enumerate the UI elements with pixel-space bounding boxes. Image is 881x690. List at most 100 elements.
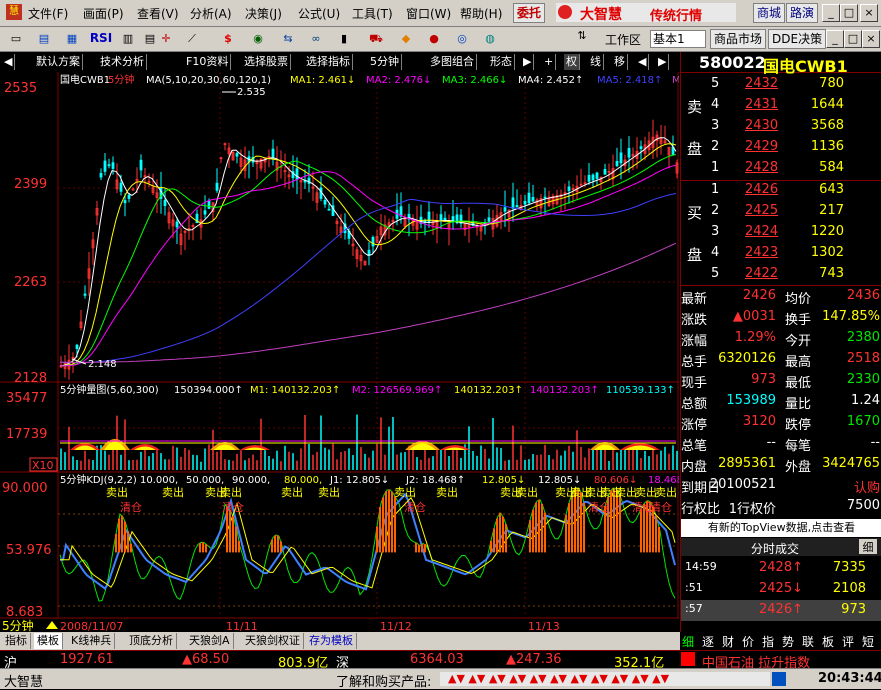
topview-notice[interactable]: 有新的TopView数据,点击查看 bbox=[681, 519, 881, 537]
sell-order-row[interactable]: 3 2430 3568 bbox=[681, 116, 881, 137]
indicator-tabs: 指标 模板 K线神兵 顶底分析 天狼剑A 天狼剑权证 存为模板 细 逐 财 价 … bbox=[0, 632, 881, 650]
tab-default-scheme[interactable]: 默认方案 bbox=[34, 54, 83, 70]
stat-label: 跌停 bbox=[785, 418, 812, 433]
buy-order-row[interactable]: 1 2426 643 bbox=[681, 180, 881, 201]
sell-order-row[interactable]: 2 2429 1136 bbox=[681, 137, 881, 158]
tick-row[interactable]: :51 2425↓ 2108 bbox=[681, 579, 881, 600]
kline-chart[interactable]: 2535 2399 2263 2128 国电CWB1 5分钟 MA(5,10,2… bbox=[0, 72, 683, 633]
sell-signal: 卖出 bbox=[220, 485, 242, 499]
tab-tech-analysis[interactable]: 技术分析 bbox=[98, 54, 147, 70]
nav-next-icon[interactable]: ▶ bbox=[656, 54, 670, 70]
window-icon[interactable]: ▦ bbox=[62, 29, 82, 48]
buy-order-row[interactable]: 2 2425 217 bbox=[681, 201, 881, 222]
tab-f10[interactable]: F10资料 bbox=[184, 54, 232, 70]
ruler-icon[interactable]: ⟋ bbox=[182, 29, 202, 48]
quote-tab[interactable]: 势 bbox=[782, 633, 794, 650]
tick-row[interactable]: 14:59 2428↑ 7335 bbox=[681, 558, 881, 579]
diamond-icon[interactable]: ◆ bbox=[396, 29, 416, 48]
nav-right-icon[interactable]: ▶ bbox=[521, 54, 535, 70]
stat-label: 最低 bbox=[785, 376, 812, 391]
arrows-icon[interactable]: ⇆ bbox=[278, 29, 298, 48]
cycle-icon[interactable]: ◎ bbox=[452, 29, 472, 48]
sort-icon[interactable]: ⇅ bbox=[573, 29, 591, 48]
menu-look[interactable]: 查看(V) bbox=[137, 5, 179, 22]
eye-icon[interactable]: ◉ bbox=[248, 29, 268, 48]
cart-icon[interactable]: ⛟ bbox=[366, 29, 386, 48]
nav-left-icon[interactable]: ◀ bbox=[2, 54, 16, 70]
minimize-icon[interactable]: _ bbox=[822, 4, 840, 22]
menu-decision[interactable]: 决策(J) bbox=[245, 5, 282, 22]
menu-help[interactable]: 帮助(H) bbox=[460, 5, 502, 22]
tab-move[interactable]: 移 bbox=[612, 54, 628, 70]
sub-minimize-icon[interactable]: _ bbox=[826, 30, 844, 48]
tab-tianlang-warrant[interactable]: 天狼剑权证 bbox=[242, 633, 304, 649]
sell-order-row[interactable]: 5 2432 780 bbox=[681, 74, 881, 95]
quote-tab[interactable]: 细 bbox=[682, 633, 694, 650]
sub-close-icon[interactable]: × bbox=[862, 30, 880, 48]
sell-order-row[interactable]: 1 2428 584 bbox=[681, 158, 881, 179]
tab-shape[interactable]: 形态 bbox=[488, 54, 515, 70]
stat-value: 3120 bbox=[742, 414, 776, 429]
nav-prev-icon[interactable]: ◀ bbox=[636, 54, 650, 70]
tab-select-stock[interactable]: 选择股票 bbox=[242, 54, 291, 70]
tab-weight[interactable]: 权 bbox=[564, 54, 580, 70]
workspace-select[interactable]: 基本1 bbox=[650, 30, 706, 48]
buy-order-row[interactable]: 5 2422 743 bbox=[681, 264, 881, 285]
menu-file[interactable]: 文件(F) bbox=[28, 5, 68, 22]
quote-tab[interactable]: 指 bbox=[762, 633, 774, 650]
menu-analysis[interactable]: 分析(A) bbox=[190, 5, 232, 22]
dollar-icon[interactable]: $ bbox=[218, 29, 238, 48]
chart-area[interactable]: 2535 2399 2263 2128 国电CWB1 5分钟 MA(5,10,2… bbox=[0, 72, 683, 633]
tick-volume: 2108 bbox=[832, 581, 866, 596]
stat-value: 3424765 bbox=[822, 456, 880, 471]
tab-template[interactable]: 模板 bbox=[34, 633, 63, 649]
quote-tab[interactable]: 板 bbox=[822, 633, 834, 650]
menu-window[interactable]: 窗口(W) bbox=[406, 5, 451, 22]
grid-icon[interactable]: ▥ bbox=[118, 29, 138, 48]
chart-title: 国电CWB1 bbox=[60, 73, 110, 86]
sell-order-row[interactable]: 4 2431 1644 bbox=[681, 95, 881, 116]
add-icon[interactable]: + bbox=[542, 54, 557, 70]
buy-order-row[interactable]: 3 2424 1220 bbox=[681, 222, 881, 243]
new-icon[interactable]: ▭ bbox=[6, 29, 26, 48]
quote-tab[interactable]: 联 bbox=[802, 633, 814, 650]
bars-icon[interactable]: ▮ bbox=[334, 29, 354, 48]
market-button[interactable]: 商城 bbox=[753, 3, 786, 23]
dde-decision-button[interactable]: DDE决策 bbox=[768, 29, 827, 49]
coin-icon[interactable]: ● bbox=[424, 29, 444, 48]
tab-period[interactable]: 5分钟 bbox=[368, 54, 402, 70]
binoculars-icon[interactable]: ∞ bbox=[306, 29, 326, 48]
weituo-button[interactable]: 委托 bbox=[513, 3, 546, 23]
chart-icon[interactable]: ▤ bbox=[34, 29, 54, 48]
close-icon[interactable]: × bbox=[860, 4, 878, 22]
globe-icon[interactable]: ◍ bbox=[480, 29, 500, 48]
tab-multi-chart[interactable]: 多图组合 bbox=[428, 54, 477, 70]
tab-tianlang-a[interactable]: 天狼剑A bbox=[186, 633, 234, 649]
menu-tools[interactable]: 工具(T) bbox=[352, 5, 393, 22]
order-level: 4 bbox=[711, 245, 720, 260]
quote-tab[interactable]: 逐 bbox=[702, 633, 714, 650]
menu-view-panel[interactable]: 画面(P) bbox=[83, 5, 124, 22]
restore-icon[interactable]: □ bbox=[840, 4, 858, 22]
quote-tab[interactable]: 财 bbox=[722, 633, 734, 650]
cross-icon[interactable]: ✛ bbox=[156, 29, 176, 48]
quote-tab[interactable]: 短 bbox=[862, 633, 874, 650]
rsi-icon[interactable]: RSI bbox=[88, 29, 114, 48]
sub-restore-icon[interactable]: □ bbox=[844, 30, 862, 48]
status-arrows: ▲▼ ▲▼ ▲▼ ▲▼ ▲▼ ▲▼ ▲▼ ▲▼ ▲▼ ▲▼ ▲▼ bbox=[440, 672, 770, 686]
quote-tab[interactable]: 评 bbox=[842, 633, 854, 650]
tick-row[interactable]: :57 2426↑ 973 bbox=[681, 600, 881, 621]
buy-order-row[interactable]: 4 2423 1302 bbox=[681, 243, 881, 264]
roadshow-button[interactable]: 路演 bbox=[786, 3, 819, 23]
order-level: 3 bbox=[711, 118, 720, 133]
tab-top-bottom[interactable]: 顶底分析 bbox=[126, 633, 177, 649]
tick-detail-button[interactable]: 细 bbox=[859, 539, 877, 554]
tab-select-indicator[interactable]: 选择指标 bbox=[304, 54, 353, 70]
tab-indicator[interactable]: 指标 bbox=[2, 633, 31, 649]
tab-kline-soldier[interactable]: K线神兵 bbox=[68, 633, 116, 649]
quote-tab[interactable]: 价 bbox=[742, 633, 754, 650]
product-market-button[interactable]: 商品市场 bbox=[710, 29, 767, 49]
menu-formula[interactable]: 公式(U) bbox=[298, 5, 340, 22]
tab-line[interactable]: 线 bbox=[588, 54, 604, 70]
tab-save-template[interactable]: 存为模板 bbox=[306, 633, 357, 649]
